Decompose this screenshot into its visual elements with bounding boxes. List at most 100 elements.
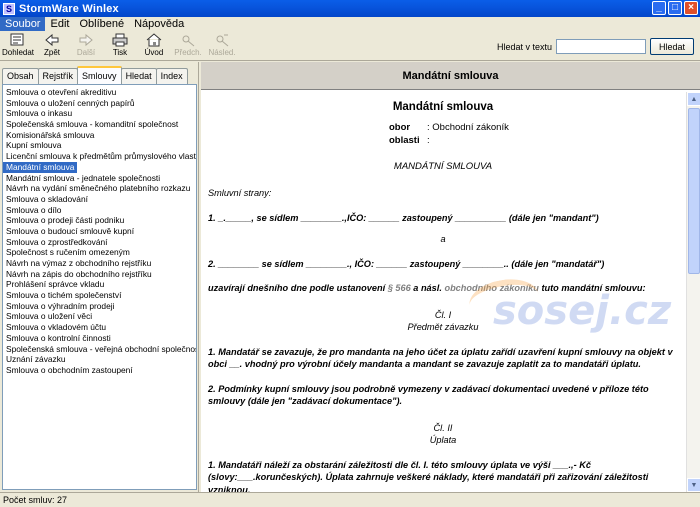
list-item[interactable]: Smlouva o výhradním prodeji bbox=[3, 301, 196, 312]
find-icon bbox=[10, 33, 26, 47]
list-item[interactable]: Prohlášení správce vkladu bbox=[3, 279, 196, 290]
list-item[interactable]: Smlouva o vkladovém účtu bbox=[3, 322, 196, 333]
back-arrow-icon bbox=[44, 33, 60, 47]
list-item[interactable]: Uznání závazku bbox=[3, 354, 196, 365]
list-item[interactable]: Smlouva o prodeji části podniku bbox=[3, 215, 196, 226]
agree-post: tuto mandátní smlouvu: bbox=[541, 283, 646, 293]
list-item[interactable]: Smlouva o kontrolní činnosti bbox=[3, 333, 196, 344]
tab-obsah[interactable]: Obsah bbox=[2, 68, 39, 84]
list-item[interactable]: Licenční smlouva k předmětům průmyslovéh… bbox=[3, 151, 196, 162]
document-content: Mandátní smlouva obor: Obchodní zákoník … bbox=[201, 92, 686, 492]
toolbar: Dohledat Zpět Další Tisk Úvod Předch. Ná… bbox=[0, 31, 700, 61]
search-input[interactable] bbox=[556, 39, 646, 54]
next-icon bbox=[214, 33, 230, 47]
menu-bar: Soubor Edit Oblíbené Nápověda bbox=[0, 17, 700, 31]
window-title: StormWare Winlex bbox=[19, 2, 119, 15]
obor-value: : Obchodní zákoník bbox=[427, 122, 509, 133]
list-item[interactable]: Smlouva o dílo bbox=[3, 205, 196, 216]
back-button-label: Zpět bbox=[43, 48, 60, 57]
forward-arrow-icon bbox=[78, 33, 94, 47]
paragraph-link[interactable]: § 566 bbox=[388, 283, 411, 293]
list-item[interactable]: Společnost s ručením omezeným bbox=[3, 247, 196, 258]
list-item[interactable]: Smlouva o budoucí smlouvě kupní bbox=[3, 226, 196, 237]
find-button[interactable]: Dohledat bbox=[1, 31, 35, 61]
minimize-button[interactable]: _ bbox=[652, 1, 666, 15]
list-item[interactable]: Smlouva o inkasu bbox=[3, 108, 196, 119]
agreement-clause: uzavírají dnešního dne podle ustanovení … bbox=[208, 282, 678, 295]
document-header: Mandátní smlouva bbox=[201, 62, 700, 90]
menu-napoveda[interactable]: Nápověda bbox=[129, 17, 189, 31]
law-link[interactable]: obchodního zákoníku bbox=[444, 283, 538, 293]
window-controls: _ □ × bbox=[652, 1, 698, 15]
tab-bar: Obsah Rejstřík Smlouvy Hledat Index bbox=[2, 66, 188, 84]
list-item[interactable]: Společenská smlouva - komanditní společn… bbox=[3, 119, 196, 130]
forward-button-label: Další bbox=[76, 48, 96, 57]
list-item[interactable]: Smlouva o tichém společenství bbox=[3, 290, 196, 301]
list-item[interactable]: Smlouva o uložení věci bbox=[3, 311, 196, 322]
article-1-paragraph-2: 2. Podmínky kupní smlouvy jsou podrobně … bbox=[208, 383, 649, 407]
scroll-thumb[interactable] bbox=[688, 108, 700, 274]
previous-button-label: Předch. bbox=[174, 48, 202, 57]
list-item[interactable]: Společenská smlouva - veřejná obchodní s… bbox=[3, 344, 196, 355]
tab-smlouvy[interactable]: Smlouvy bbox=[77, 66, 122, 84]
home-button-label: Úvod bbox=[144, 48, 164, 57]
tab-index[interactable]: Index bbox=[155, 68, 188, 84]
article-1-title: Předmět závazku bbox=[407, 322, 479, 332]
tab-hledat[interactable]: Hledat bbox=[120, 68, 157, 84]
party-2: 2. ________ se sídlem ________., IČO: __… bbox=[208, 258, 605, 269]
search-button[interactable]: Hledat bbox=[650, 38, 694, 55]
menu-soubor[interactable]: Soubor bbox=[0, 17, 46, 31]
list-item[interactable]: Kupní smlouva bbox=[3, 140, 196, 151]
forward-button[interactable]: Další bbox=[69, 31, 103, 61]
print-button-label: Tisk bbox=[112, 48, 128, 57]
next-button-label: Násled. bbox=[208, 48, 236, 57]
document-pane: Mandátní smlouva Mandátní smlouva obor : … bbox=[201, 62, 700, 492]
find-button-label: Dohledat bbox=[1, 48, 35, 57]
search-label: Hledat v textu bbox=[496, 41, 552, 52]
list-item[interactable]: Návrh na zápis do obchodního rejstříku bbox=[3, 269, 196, 280]
back-button[interactable]: Zpět bbox=[35, 31, 69, 61]
caps-title: MANDÁTNÍ SMLOUVA bbox=[393, 161, 493, 172]
document-meta: obor: Obchodní zákoník oblasti: bbox=[389, 121, 678, 147]
list-item[interactable]: Mandátní smlouva bbox=[3, 161, 78, 173]
title-bar: S StormWare Winlex _ □ × bbox=[0, 0, 700, 17]
parties-label: Smluvní strany: bbox=[208, 188, 272, 198]
maximize-button[interactable]: □ bbox=[668, 1, 682, 15]
list-item[interactable]: Smlouva o obchodním zastoupení bbox=[3, 365, 196, 376]
article-1-number: Čl. I bbox=[434, 309, 452, 320]
home-button[interactable]: Úvod bbox=[137, 31, 171, 61]
list-item[interactable]: Návrh na vydání směnečného platebního ro… bbox=[3, 183, 196, 194]
vertical-scrollbar[interactable]: ▲ ▼ bbox=[686, 92, 700, 492]
list-item[interactable]: Smlouva o skladování bbox=[3, 194, 196, 205]
scroll-down-icon[interactable]: ▼ bbox=[687, 478, 700, 492]
scroll-up-icon[interactable]: ▲ bbox=[687, 92, 700, 106]
previous-button[interactable]: Předch. bbox=[171, 31, 205, 61]
print-button[interactable]: Tisk bbox=[103, 31, 137, 61]
list-item[interactable]: Smlouva o uložení cenných papírů bbox=[3, 98, 196, 109]
article-1-paragraph-1: 1. Mandatář se zavazuje, že pro mandanta… bbox=[208, 346, 673, 370]
agree-pre: uzavírají dnešního dne podle ustanovení bbox=[208, 283, 386, 293]
status-bar: Počet smluv: 27 bbox=[0, 492, 700, 507]
left-pane: Obsah Rejstřík Smlouvy Hledat Index Smlo… bbox=[0, 62, 199, 492]
list-item[interactable]: Smlouva o otevření akreditivu bbox=[3, 87, 196, 98]
article-2-paragraph-1: 1. Mandatáři náleží za obstarání záležit… bbox=[208, 459, 649, 493]
close-button[interactable]: × bbox=[684, 1, 698, 15]
list-item[interactable]: Mandátní smlouva - jednatele společnosti bbox=[3, 173, 196, 184]
home-icon bbox=[146, 33, 162, 47]
previous-icon bbox=[180, 33, 196, 47]
search-area: Hledat v textu Hledat bbox=[497, 38, 694, 55]
oblasti-value: : bbox=[427, 135, 430, 146]
article-2-title: Úplata bbox=[429, 435, 457, 445]
obor-label: obor bbox=[389, 122, 411, 133]
document-title: Mandátní smlouva bbox=[392, 101, 494, 113]
article-2-number: Čl. II bbox=[433, 422, 453, 433]
and-text: a bbox=[440, 234, 446, 244]
next-button[interactable]: Násled. bbox=[205, 31, 239, 61]
menu-edit[interactable]: Edit bbox=[45, 17, 74, 31]
menu-oblibene[interactable]: Oblíbené bbox=[74, 17, 129, 31]
tab-rejstrik[interactable]: Rejstřík bbox=[37, 68, 79, 84]
list-item[interactable]: Smlouva o zprostředkování bbox=[3, 237, 196, 248]
list-item[interactable]: Komisionářská smlouva bbox=[3, 130, 196, 141]
list-item[interactable]: Návrh na výmaz z obchodního rejstříku bbox=[3, 258, 196, 269]
contract-list[interactable]: Smlouva o otevření akreditivu Smlouva o u… bbox=[2, 84, 197, 490]
